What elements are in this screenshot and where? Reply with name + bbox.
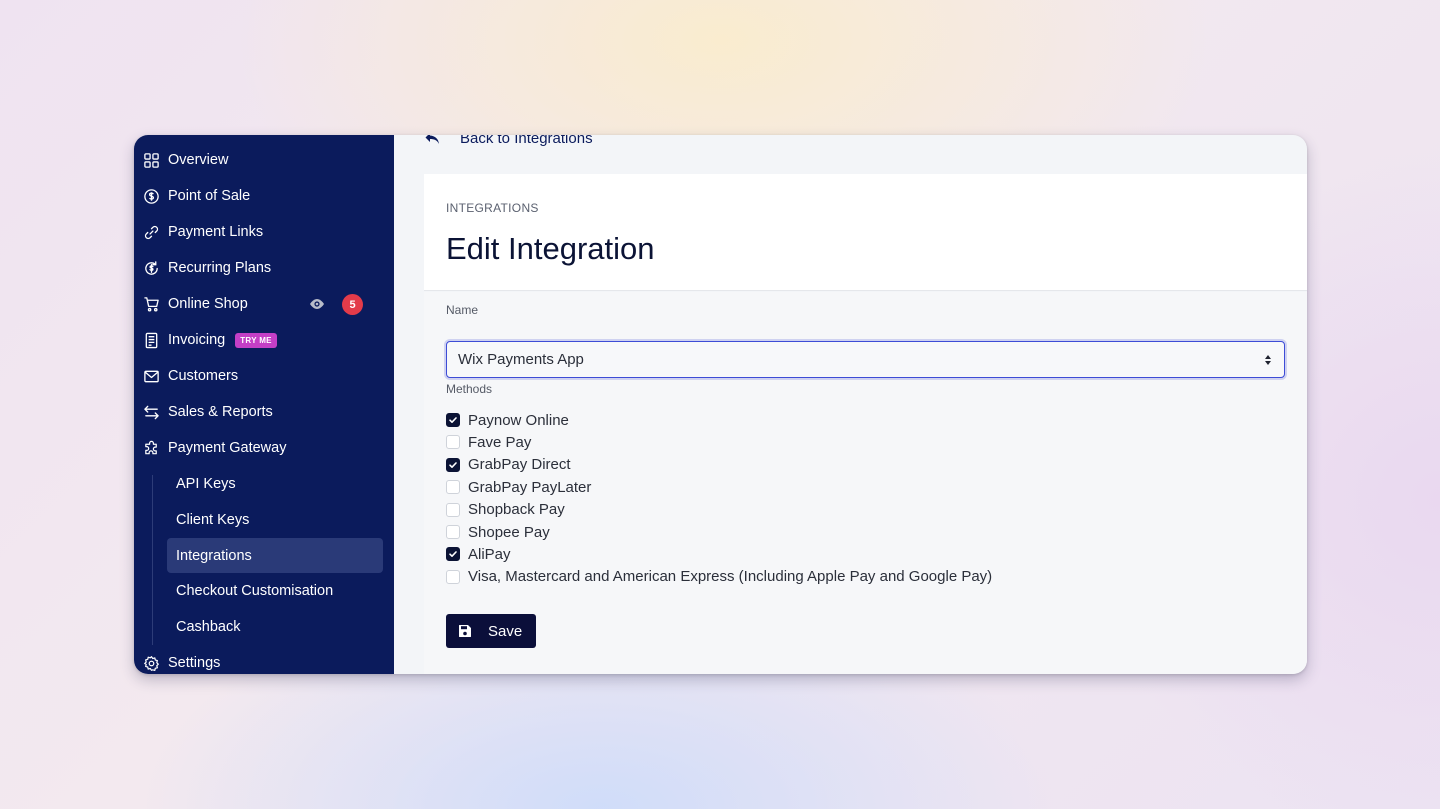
sidebar-item-settings[interactable]: Settings (134, 648, 394, 674)
method-option[interactable]: Paynow Online (446, 410, 569, 430)
sidebar-item-label: Point of Sale (168, 188, 251, 204)
sidebar-subitem-api-keys[interactable]: API Keys (167, 466, 383, 501)
checkmark-icon (449, 551, 457, 558)
save-button-label: Save (488, 622, 523, 640)
integration-form: Name Wix Payments App Methods Paynow Onl… (424, 292, 1307, 674)
sidebar-item-payment-gateway[interactable]: Payment Gateway (134, 433, 394, 463)
method-label: GrabPay Direct (468, 456, 571, 474)
method-label: Shopback Pay (468, 501, 565, 519)
method-checkbox[interactable] (446, 457, 460, 472)
notification-count-badge: 5 (342, 294, 363, 315)
sidebar-subitem-checkout-customisation[interactable]: Checkout Customisation (167, 573, 383, 608)
sidebar-item-point-of-sale[interactable]: Point of Sale (134, 181, 394, 211)
save-button[interactable]: Save (446, 614, 536, 648)
sidebar-subitem-integrations[interactable]: Integrations (167, 538, 383, 573)
method-option[interactable]: GrabPay PayLater (446, 477, 591, 497)
method-option[interactable]: AliPay (446, 544, 511, 564)
method-option[interactable]: Visa, Mastercard and American Express (I… (446, 567, 992, 587)
puzzle-icon (142, 439, 160, 457)
dollar-circle-icon (142, 187, 160, 205)
back-to-integrations-link[interactable]: Back to Integrations (424, 135, 593, 147)
method-label: Paynow Online (468, 411, 569, 429)
sidebar-item-sales-reports[interactable]: Sales & Reports (134, 397, 394, 427)
app-window: Overview Point of Sale Payment Links Rec… (134, 135, 1307, 674)
sidebar-item-label: Payment Links (168, 224, 264, 240)
cart-icon (142, 295, 160, 313)
sidebar-item-label: Recurring Plans (168, 260, 272, 276)
methods-label: Methods (446, 382, 493, 396)
submenu-divider-line (152, 475, 153, 645)
method-checkbox[interactable] (446, 480, 460, 495)
back-arrow-icon (425, 135, 439, 144)
method-label: Shopee Pay (468, 523, 550, 541)
method-option[interactable]: Shopee Pay (446, 522, 550, 542)
swap-arrows-icon (142, 403, 160, 421)
method-label: GrabPay PayLater (468, 478, 592, 496)
sidebar-item-invoicing[interactable]: Invoicing TRY ME (134, 325, 394, 355)
sidebar-item-recurring-plans[interactable]: Recurring Plans (134, 253, 394, 283)
sidebar-item-label: Payment Gateway (168, 440, 287, 456)
checkmark-icon (449, 417, 457, 423)
back-link-label: Back to Integrations (460, 135, 593, 147)
checkmark-icon (449, 461, 457, 468)
sidebar: Overview Point of Sale Payment Links Rec… (134, 135, 394, 674)
try-me-badge: TRY ME (235, 332, 277, 348)
sidebar-item-payment-links[interactable]: Payment Links (134, 217, 394, 247)
sidebar-item-overview[interactable]: Overview (134, 145, 394, 175)
name-select-value: Wix Payments App (458, 351, 584, 368)
method-checkbox[interactable] (446, 525, 460, 539)
recurring-icon (142, 259, 160, 277)
eye-icon[interactable] (308, 296, 326, 312)
method-option[interactable]: Fave Pay (446, 432, 531, 452)
breadcrumb: INTEGRATIONS (446, 201, 539, 215)
sidebar-item-label: Customers (168, 368, 239, 384)
method-label: AliPay (468, 545, 511, 563)
name-label: Name (446, 303, 479, 317)
method-label: Fave Pay (468, 433, 532, 451)
sidebar-subitem-cashback[interactable]: Cashback (167, 609, 383, 644)
name-select[interactable]: Wix Payments App (446, 341, 1285, 378)
page-title: Edit Integration (446, 231, 655, 266)
sidebar-item-label: Overview (168, 152, 229, 168)
sidebar-item-online-shop[interactable]: Online Shop 5 (134, 289, 394, 319)
sidebar-item-label: Invoicing (168, 332, 226, 348)
sidebar-subitem-client-keys[interactable]: Client Keys (167, 502, 383, 537)
method-checkbox[interactable] (446, 435, 460, 450)
sidebar-item-label: Settings (168, 655, 221, 671)
mail-icon (142, 367, 160, 385)
grid-icon (142, 151, 160, 169)
invoice-icon (142, 331, 160, 349)
method-checkbox[interactable] (446, 502, 460, 517)
main-content: Back to Integrations INTEGRATIONS Edit I… (394, 135, 1307, 674)
sidebar-item-label: Online Shop (168, 296, 248, 312)
gear-icon (142, 654, 160, 672)
page-header-card: INTEGRATIONS Edit Integration (424, 174, 1307, 291)
sidebar-item-customers[interactable]: Customers (134, 361, 394, 391)
method-checkbox[interactable] (446, 569, 460, 584)
method-label: Visa, Mastercard and American Express (I… (468, 568, 993, 586)
sidebar-item-label: Sales & Reports (168, 404, 273, 420)
method-checkbox[interactable] (446, 547, 460, 562)
select-arrows-icon (1265, 355, 1271, 365)
method-option[interactable]: GrabPay Direct (446, 455, 571, 475)
link-icon (142, 223, 160, 241)
method-option[interactable]: Shopback Pay (446, 500, 565, 520)
method-checkbox[interactable] (446, 413, 460, 427)
floppy-disk-icon (459, 625, 471, 637)
